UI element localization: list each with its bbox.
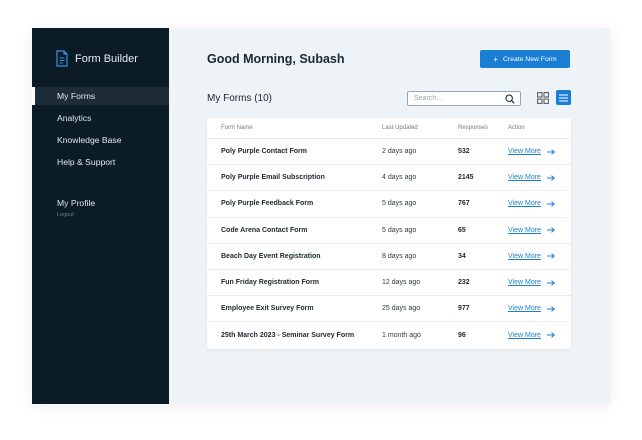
forms-heading: My Forms (10) xyxy=(207,93,272,104)
table-row: Beach Day Event Registration 8 days ago … xyxy=(207,244,571,270)
sidebar-nav: My Forms Analytics Knowledge Base Help &… xyxy=(32,87,169,175)
view-more-action[interactable]: View More xyxy=(508,174,571,181)
list-view-button[interactable] xyxy=(556,90,571,105)
app-window: Form Builder My Forms Analytics Knowledg… xyxy=(32,28,610,404)
sidebar-item-help-support[interactable]: Help & Support xyxy=(32,153,169,171)
document-icon xyxy=(56,50,68,67)
last-updated: 5 days ago xyxy=(382,200,417,208)
search-input[interactable] xyxy=(414,95,502,102)
view-more-action[interactable]: View More xyxy=(508,148,571,155)
view-more-action[interactable]: View More xyxy=(508,279,571,286)
table-body: Poly Purple Contact Form 2 days ago 532 … xyxy=(207,139,571,349)
search-icon[interactable] xyxy=(505,94,515,104)
arrow-right-icon[interactable] xyxy=(546,227,555,233)
view-more-link[interactable]: View More xyxy=(508,148,541,155)
sidebar-item-knowledge-base[interactable]: Knowledge Base xyxy=(32,131,169,149)
form-name[interactable]: Fun Friday Registration Form xyxy=(207,279,382,286)
form-name[interactable]: Employee Exit Survey Form xyxy=(207,305,382,312)
view-more-link[interactable]: View More xyxy=(508,332,541,339)
response-count: 232 xyxy=(458,279,470,287)
last-updated: 4 days ago xyxy=(382,174,417,182)
arrow-right-icon[interactable] xyxy=(546,201,555,207)
form-name[interactable]: Poly Purple Feedback Form xyxy=(207,200,382,207)
response-count: 977 xyxy=(458,305,470,313)
create-new-form-label: Create New Form xyxy=(503,55,557,63)
table-row: Poly Purple Contact Form 2 days ago 532 … xyxy=(207,139,571,166)
last-updated: 2 days ago xyxy=(382,148,417,156)
brand[interactable]: Form Builder xyxy=(55,50,138,67)
last-updated: 25 days ago xyxy=(382,305,421,313)
column-header-responses: Responses xyxy=(458,125,489,131)
response-count: 34 xyxy=(458,252,466,260)
last-updated: 12 days ago xyxy=(382,279,421,287)
my-profile-link[interactable]: My Profile xyxy=(57,198,95,208)
form-name[interactable]: Beach Day Event Registration xyxy=(207,253,382,260)
arrow-right-icon[interactable] xyxy=(546,305,555,312)
sidebar-item-analytics[interactable]: Analytics xyxy=(32,109,169,127)
response-count: 65 xyxy=(458,226,466,234)
view-more-link[interactable]: View More xyxy=(508,200,541,207)
sidebar: Form Builder My Forms Analytics Knowledg… xyxy=(32,28,169,404)
response-count: 2145 xyxy=(458,174,474,182)
main-content: Good Morning, Subash + Create New Form M… xyxy=(169,28,610,404)
arrow-right-icon[interactable] xyxy=(546,148,555,155)
view-more-link[interactable]: View More xyxy=(508,279,541,286)
view-more-action[interactable]: View More xyxy=(508,253,571,260)
create-new-form-button[interactable]: + Create New Form xyxy=(480,50,570,68)
brand-title: Form Builder xyxy=(75,52,138,65)
arrow-right-icon[interactable] xyxy=(546,279,555,286)
form-name[interactable]: 25th March 2023 - Seminar Survey Form xyxy=(207,332,382,339)
view-more-link[interactable]: View More xyxy=(508,305,541,312)
table-row: Code Arena Contact Form 5 days ago 65 Vi… xyxy=(207,218,571,244)
grid-view-icon[interactable] xyxy=(537,92,549,104)
table-row: Poly Purple Email Subscription 4 days ag… xyxy=(207,165,571,192)
arrow-right-icon[interactable] xyxy=(546,175,555,181)
view-more-link[interactable]: View More xyxy=(508,227,541,234)
form-name[interactable]: Poly Purple Contact Form xyxy=(207,148,382,155)
page-title: Good Morning, Subash xyxy=(207,52,345,66)
response-count: 767 xyxy=(458,200,470,208)
list-view-icon xyxy=(559,94,568,101)
column-header-action: Action xyxy=(508,125,525,131)
response-count: 532 xyxy=(458,148,470,156)
view-more-action[interactable]: View More xyxy=(508,305,571,312)
logout-link[interactable]: Logout xyxy=(57,212,95,218)
form-name[interactable]: Poly Purple Email Subscription xyxy=(207,174,382,181)
last-updated: 1 month ago xyxy=(382,331,421,339)
forms-table: Form Name Last Updated Responses Action … xyxy=(207,118,571,349)
search-box xyxy=(407,91,521,106)
last-updated: 8 days ago xyxy=(382,252,417,260)
table-header: Form Name Last Updated Responses Action xyxy=(207,118,571,139)
table-row: Fun Friday Registration Form 12 days ago… xyxy=(207,270,571,297)
last-updated: 5 days ago xyxy=(382,226,417,234)
view-more-action[interactable]: View More xyxy=(508,227,571,234)
table-row: 25th March 2023 - Seminar Survey Form 1 … xyxy=(207,322,571,348)
view-more-link[interactable]: View More xyxy=(508,174,541,181)
arrow-right-icon[interactable] xyxy=(546,332,555,339)
arrow-right-icon[interactable] xyxy=(546,253,555,260)
view-more-link[interactable]: View More xyxy=(508,253,541,260)
sidebar-item-my-forms[interactable]: My Forms xyxy=(32,87,169,105)
view-more-action[interactable]: View More xyxy=(508,332,571,339)
form-name[interactable]: Code Arena Contact Form xyxy=(207,227,382,234)
plus-icon: + xyxy=(493,54,499,64)
column-header-last-updated: Last Updated xyxy=(382,125,418,131)
table-row: Employee Exit Survey Form 25 days ago 97… xyxy=(207,296,571,323)
profile-section: My Profile Logout xyxy=(57,198,95,218)
view-more-action[interactable]: View More xyxy=(508,200,571,207)
column-header-form-name: Form Name xyxy=(221,125,253,131)
table-row: Poly Purple Feedback Form 5 days ago 767… xyxy=(207,191,571,218)
response-count: 96 xyxy=(458,331,466,339)
